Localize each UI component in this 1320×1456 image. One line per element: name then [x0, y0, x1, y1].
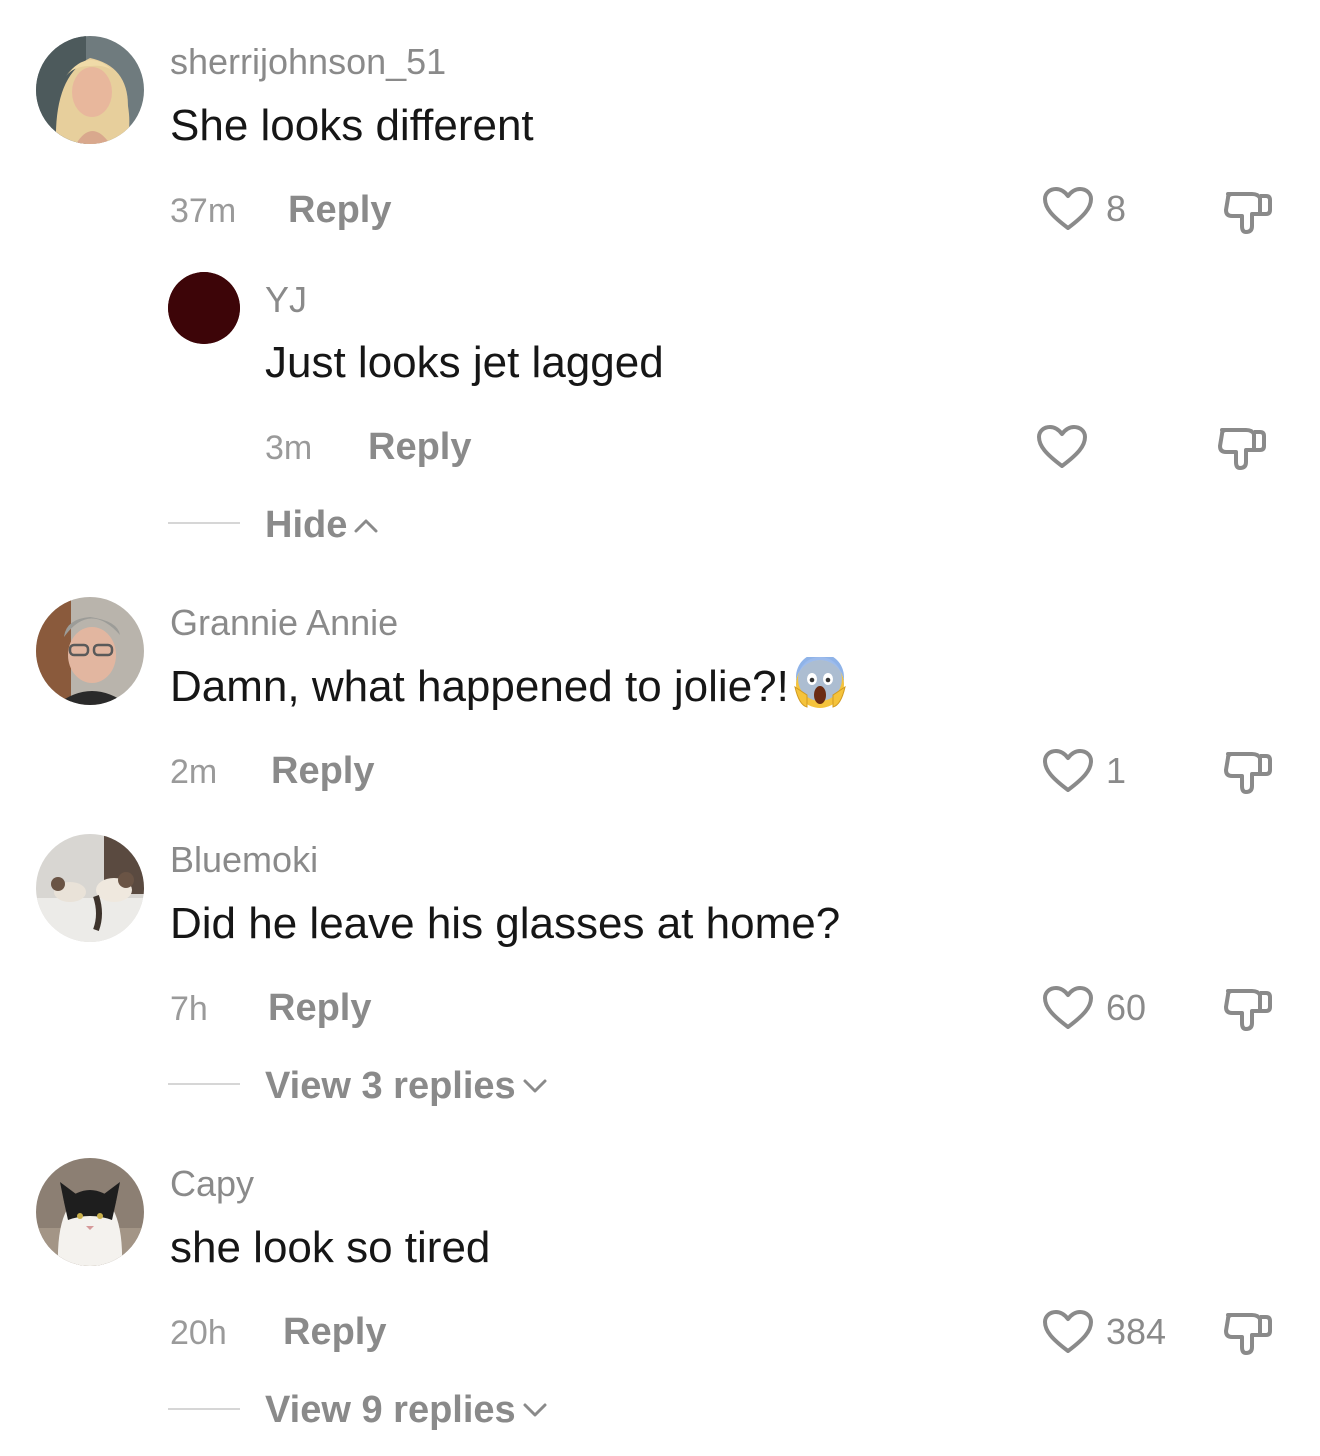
thumbs-down-icon: [1222, 186, 1274, 238]
thread-divider: [168, 1083, 240, 1085]
thread-divider: [168, 1408, 240, 1410]
reply-button[interactable]: Reply: [271, 752, 374, 790]
reply-username[interactable]: YJ: [265, 282, 307, 318]
dislike-button[interactable]: [1222, 983, 1274, 1035]
hide-replies-button[interactable]: Hide: [265, 506, 379, 544]
chevron-down-icon: [522, 1401, 548, 1419]
heart-icon: [1036, 424, 1088, 470]
comment-time: 20h: [170, 1314, 227, 1352]
comment-username[interactable]: Grannie Annie: [170, 605, 398, 641]
comment-text: she look so tired: [170, 1223, 491, 1272]
avatar[interactable]: [36, 1158, 144, 1266]
heart-icon: [1042, 1309, 1094, 1355]
like-count: 1: [1106, 750, 1127, 791]
comment-text: Did he leave his glasses at home?: [170, 899, 841, 948]
reply-time: 3m: [265, 429, 313, 467]
comment-time: 2m: [170, 753, 218, 791]
reply-text: Just looks jet lagged: [265, 338, 664, 387]
thumbs-down-icon: [1216, 422, 1268, 474]
avatar[interactable]: [36, 36, 144, 144]
comment-text: Damn, what happened to jolie?!: [170, 653, 847, 711]
thread-toggle-label: Hide: [265, 504, 348, 546]
avatar[interactable]: [36, 834, 144, 942]
comment-text-body: Damn, what happened to jolie?!: [170, 662, 789, 711]
dislike-button[interactable]: [1216, 422, 1268, 474]
comment-username[interactable]: Bluemoki: [170, 842, 318, 878]
dislike-button[interactable]: [1222, 1307, 1274, 1359]
like-count: 384: [1106, 1311, 1167, 1352]
reply-button[interactable]: Reply: [288, 191, 391, 229]
like-button[interactable]: 1: [1042, 748, 1126, 794]
comment-text: She looks different: [170, 101, 534, 150]
like-count: 8: [1106, 188, 1127, 229]
comment-username[interactable]: Capy: [170, 1166, 254, 1202]
screaming-face-emoji: [793, 653, 847, 711]
view-replies-button[interactable]: View 3 replies: [265, 1067, 548, 1105]
reply-button[interactable]: Reply: [283, 1313, 386, 1351]
dislike-button[interactable]: [1222, 186, 1274, 238]
chevron-up-icon: [353, 516, 379, 534]
thumbs-down-icon: [1222, 746, 1274, 798]
like-button[interactable]: 8: [1042, 186, 1126, 232]
comment-time: 37m: [170, 192, 237, 230]
comment-username[interactable]: sherrijohnson_51: [170, 44, 446, 80]
avatar[interactable]: [36, 597, 144, 705]
avatar[interactable]: [168, 272, 240, 344]
thumbs-down-icon: [1222, 983, 1274, 1035]
reply-button[interactable]: Reply: [368, 428, 471, 466]
thumbs-down-icon: [1222, 1307, 1274, 1359]
heart-icon: [1042, 186, 1094, 232]
reply-button[interactable]: Reply: [268, 989, 371, 1027]
like-button[interactable]: [1036, 424, 1088, 470]
thread-toggle-label: View 9 replies: [265, 1389, 516, 1431]
chevron-down-icon: [522, 1077, 548, 1095]
comment-time: 7h: [170, 990, 208, 1028]
heart-icon: [1042, 748, 1094, 794]
like-button[interactable]: 60: [1042, 985, 1146, 1031]
view-replies-button[interactable]: View 9 replies: [265, 1391, 548, 1429]
dislike-button[interactable]: [1222, 746, 1274, 798]
like-button[interactable]: 384: [1042, 1309, 1166, 1355]
thread-divider: [168, 522, 240, 524]
thread-toggle-label: View 3 replies: [265, 1065, 516, 1107]
like-count: 60: [1106, 987, 1147, 1028]
heart-icon: [1042, 985, 1094, 1031]
